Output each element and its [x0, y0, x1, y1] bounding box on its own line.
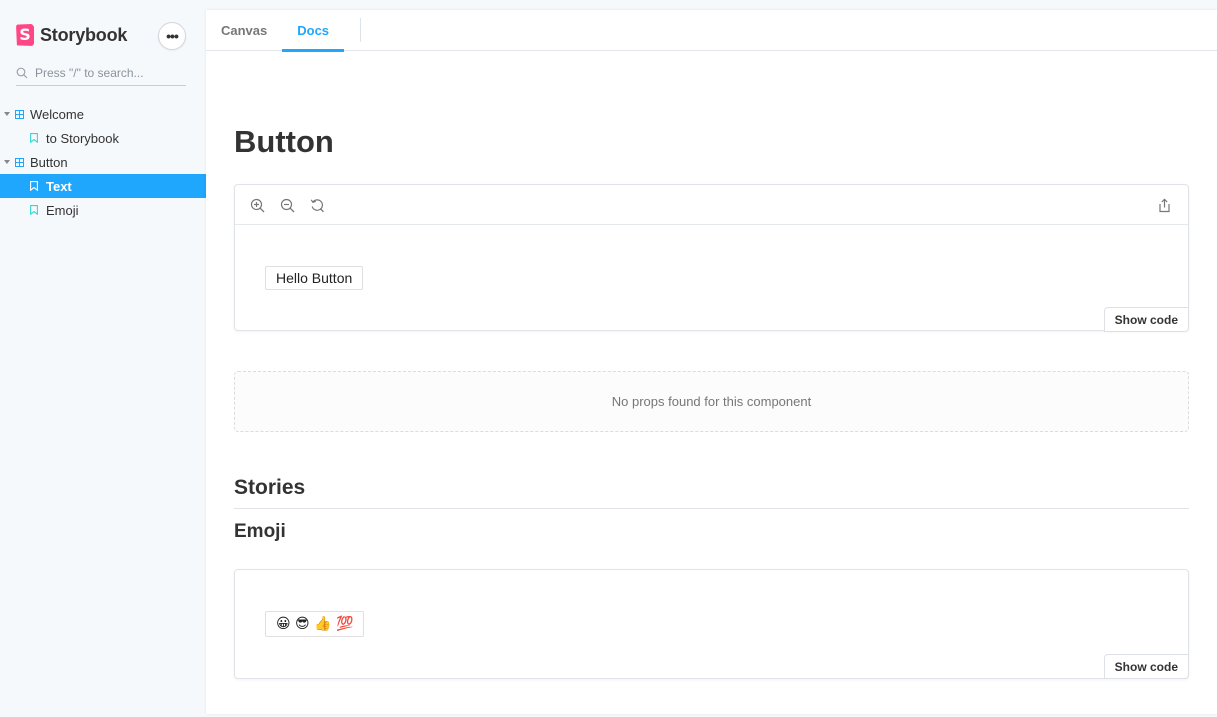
- caret-down-icon: [4, 112, 10, 116]
- storybook-logo-icon: S: [16, 24, 34, 46]
- search-box: [16, 62, 186, 86]
- reset-zoom-icon[interactable]: [310, 198, 325, 213]
- hello-button[interactable]: Hello Button: [265, 266, 364, 290]
- primary-story-preview: Hello Button Show code: [234, 184, 1189, 332]
- panel-tabs: Canvas Docs: [206, 10, 1217, 52]
- emoji-button-label: 😀 😎 👍 💯: [276, 616, 354, 632]
- emoji-story-preview: 😀 😎 👍 💯 Show code: [234, 569, 1189, 679]
- brand-name: Storybook: [40, 24, 128, 45]
- tree-item-text[interactable]: Text: [0, 174, 206, 198]
- bookmark-icon: [30, 181, 38, 191]
- zoom-in-icon[interactable]: [250, 198, 265, 213]
- component-icon: [15, 109, 24, 119]
- tab-canvas[interactable]: Canvas: [206, 10, 282, 51]
- props-empty-message: No props found for this component: [234, 371, 1189, 432]
- stories-heading: Stories: [234, 476, 1189, 509]
- share-icon[interactable]: [1157, 198, 1172, 213]
- tree-item-emoji[interactable]: Emoji: [0, 198, 206, 222]
- show-code-button[interactable]: Show code: [1103, 654, 1189, 679]
- tree-item-label: Text: [46, 178, 72, 194]
- tab-divider: [360, 18, 362, 42]
- tree-item-welcome[interactable]: Welcome: [0, 102, 206, 126]
- caret-down-icon: [4, 160, 10, 164]
- sidebar: S Storybook ••• Welcome to Storybook: [0, 0, 206, 717]
- tab-docs[interactable]: Docs: [282, 10, 344, 52]
- tree-item-label: Button: [30, 154, 68, 170]
- tree-item-button[interactable]: Button: [0, 150, 206, 174]
- story-canvas: 😀 😎 👍 💯 Show code: [235, 570, 1189, 679]
- story-canvas: Hello Button Show code: [235, 225, 1189, 332]
- show-code-button[interactable]: Show code: [1103, 307, 1189, 332]
- main-panel: Canvas Docs Button Hello Button Show cod…: [206, 10, 1217, 714]
- search-input[interactable]: [35, 65, 180, 82]
- tree-item-label: Emoji: [46, 202, 79, 218]
- sidebar-menu-button[interactable]: •••: [158, 22, 186, 50]
- bookmark-icon: [30, 205, 38, 215]
- tree-item-label: to Storybook: [46, 130, 119, 146]
- story-heading-emoji: Emoji: [234, 521, 286, 542]
- emoji-button[interactable]: 😀 😎 👍 💯: [265, 611, 365, 637]
- zoom-out-icon[interactable]: [280, 198, 295, 213]
- story-tree: Welcome to Storybook Button Text Emoji: [0, 102, 206, 222]
- component-icon: [15, 157, 24, 167]
- storybook-brand[interactable]: S Storybook: [16, 23, 127, 47]
- page-title: Button: [234, 124, 334, 159]
- tree-item-to-storybook[interactable]: to Storybook: [0, 126, 206, 150]
- search-icon: [16, 67, 28, 78]
- preview-toolbar: [235, 185, 1188, 225]
- bookmark-icon: [30, 133, 38, 143]
- tree-item-label: Welcome: [30, 106, 84, 122]
